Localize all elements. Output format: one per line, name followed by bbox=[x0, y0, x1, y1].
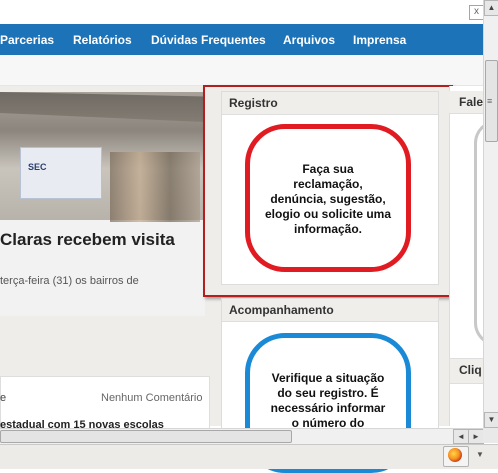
grip-icon: ≡ bbox=[487, 96, 493, 106]
featured-summary: terça-feira (31) os bairros de bbox=[0, 275, 139, 287]
nav-item-imprensa[interactable]: Imprensa bbox=[353, 33, 406, 47]
horizontal-scroll-thumb[interactable] bbox=[0, 430, 292, 443]
scrollbar-corner bbox=[483, 428, 498, 443]
nav-item-parcerias[interactable]: Parcerias bbox=[0, 33, 54, 47]
nav-item-arquivos[interactable]: Arquivos bbox=[283, 33, 335, 47]
scroll-left-icon[interactable]: ◄ bbox=[453, 429, 469, 444]
featured-headline[interactable]: Claras recebem visita bbox=[0, 230, 175, 250]
chevron-down-icon[interactable]: ▼ bbox=[476, 450, 484, 459]
nav-item-duvidas-frequentes[interactable]: Dúvidas Frequentes bbox=[151, 33, 266, 47]
photo-crowd bbox=[110, 152, 200, 222]
acompanhamento-line: do seu registro. É bbox=[277, 386, 379, 400]
sub-bar bbox=[0, 55, 483, 86]
acompanhamento-line: necessário informar bbox=[270, 401, 386, 415]
scroll-right-icon[interactable]: ► bbox=[468, 429, 484, 444]
firefox-icon[interactable] bbox=[448, 448, 462, 462]
comment-count[interactable]: Nenhum Comentário bbox=[101, 392, 203, 404]
status-bar bbox=[0, 444, 498, 469]
acompanhamento-line: Verifique a situação bbox=[271, 371, 385, 385]
scroll-down-icon[interactable]: ▼ bbox=[484, 412, 498, 428]
photo-banner-text: SEC bbox=[28, 162, 47, 172]
acompanhamento-message: Verifique a situação do seu registro. É … bbox=[250, 371, 406, 431]
acompanhamento-panel: Acompanhamento Verifique a situação do s… bbox=[221, 298, 439, 473]
main-nav: Parcerias Relatórios Dúvidas Frequentes … bbox=[0, 24, 483, 55]
photo-banner bbox=[20, 147, 102, 199]
nav-item-relatorios[interactable]: Relatórios bbox=[73, 33, 132, 47]
acompanhamento-title: Acompanhamento bbox=[229, 303, 334, 317]
scroll-up-icon[interactable]: ▲ bbox=[484, 0, 498, 16]
top-strip bbox=[0, 0, 483, 22]
registro-highlight bbox=[203, 85, 453, 297]
cliq-title: Cliq bbox=[459, 363, 482, 377]
close-icon[interactable]: x bbox=[469, 5, 484, 20]
acompanhamento-header: Acompanhamento bbox=[222, 299, 438, 322]
fale-title: Fale bbox=[459, 95, 484, 109]
news-prefix: e bbox=[0, 392, 7, 404]
